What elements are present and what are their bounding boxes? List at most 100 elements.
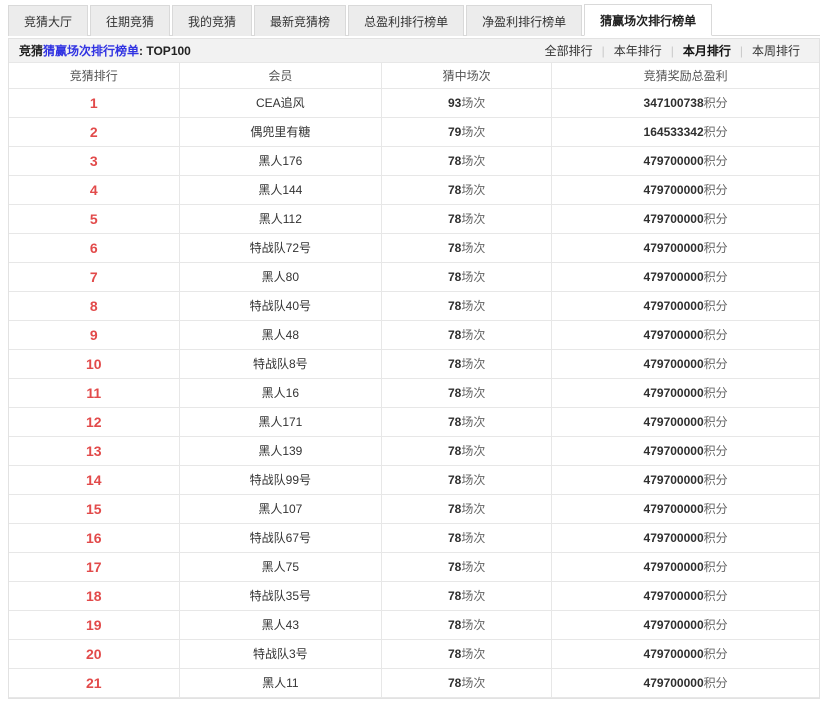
reward-cell: 479700000积分: [552, 668, 819, 697]
table-row: 8特战队40号78场次479700000积分: [9, 291, 819, 320]
times-cell: 78场次: [382, 233, 552, 262]
reward-cell: 479700000积分: [552, 436, 819, 465]
times-cell: 78场次: [382, 639, 552, 668]
member-cell: 特战队3号: [179, 639, 382, 668]
rank-cell: 20: [9, 639, 179, 668]
reward-cell: 479700000积分: [552, 204, 819, 233]
table-row: 21黑人1178场次479700000积分: [9, 668, 819, 697]
column-header: 竞猜奖励总盈利: [552, 63, 819, 88]
filter-all[interactable]: 全部排行: [536, 42, 602, 59]
filter-week[interactable]: 本周排行: [743, 42, 809, 59]
times-cell: 79场次: [382, 117, 552, 146]
times-cell: 78场次: [382, 465, 552, 494]
table-row: 19黑人4378场次479700000积分: [9, 610, 819, 639]
tab-past[interactable]: 往期竞猜: [90, 5, 170, 36]
times-cell: 78场次: [382, 320, 552, 349]
tab-net-profit[interactable]: 净盈利排行榜单: [466, 5, 582, 36]
member-cell: 黑人43: [179, 610, 382, 639]
member-cell: 特战队8号: [179, 349, 382, 378]
member-cell: 特战队67号: [179, 523, 382, 552]
table-row: 1CEA追风93场次347100738积分: [9, 88, 819, 117]
reward-cell: 479700000积分: [552, 494, 819, 523]
rank-cell: 15: [9, 494, 179, 523]
table-row: 15黑人10778场次479700000积分: [9, 494, 819, 523]
reward-cell: 479700000积分: [552, 378, 819, 407]
rank-cell: 3: [9, 146, 179, 175]
rank-cell: 4: [9, 175, 179, 204]
times-cell: 78场次: [382, 175, 552, 204]
tab-lobby[interactable]: 竞猜大厅: [8, 5, 88, 36]
member-cell: 黑人144: [179, 175, 382, 204]
rank-cell: 18: [9, 581, 179, 610]
member-cell: 黑人176: [179, 146, 382, 175]
tab-total-profit[interactable]: 总盈利排行榜单: [348, 5, 464, 36]
times-cell: 78场次: [382, 494, 552, 523]
table-row: 6特战队72号78场次479700000积分: [9, 233, 819, 262]
member-cell: 特战队40号: [179, 291, 382, 320]
table-row: 20特战队3号78场次479700000积分: [9, 639, 819, 668]
times-cell: 78场次: [382, 610, 552, 639]
filter-year[interactable]: 本年排行: [605, 42, 671, 59]
page-title-highlight: 猜赢场次排行榜单: [43, 44, 139, 58]
reward-cell: 479700000积分: [552, 291, 819, 320]
times-cell: 93场次: [382, 88, 552, 117]
table-header-row: 竞猜排行会员猜中场次竞猜奖励总盈利: [9, 63, 819, 88]
rank-cell: 10: [9, 349, 179, 378]
member-cell: 特战队99号: [179, 465, 382, 494]
rank-cell: 19: [9, 610, 179, 639]
member-cell: 黑人48: [179, 320, 382, 349]
rank-cell: 13: [9, 436, 179, 465]
reward-cell: 479700000积分: [552, 639, 819, 668]
times-cell: 78场次: [382, 262, 552, 291]
rank-cell: 2: [9, 117, 179, 146]
table-row: 12黑人17178场次479700000积分: [9, 407, 819, 436]
time-filter-group: 全部排行|本年排行|本月排行|本周排行: [536, 42, 809, 59]
rank-cell: 14: [9, 465, 179, 494]
page-title-suffix: : TOP100: [139, 44, 191, 58]
rank-cell: 7: [9, 262, 179, 291]
panel-header: 竞猜猜赢场次排行榜单: TOP100 全部排行|本年排行|本月排行|本周排行: [9, 38, 819, 63]
column-header: 竞猜排行: [9, 63, 179, 88]
member-cell: 特战队35号: [179, 581, 382, 610]
member-cell: 特战队72号: [179, 233, 382, 262]
times-cell: 78场次: [382, 349, 552, 378]
tab-latest[interactable]: 最新竞猜榜: [254, 5, 346, 36]
rank-cell: 21: [9, 668, 179, 697]
table-row: 7黑人8078场次479700000积分: [9, 262, 819, 291]
tab-win-count[interactable]: 猜赢场次排行榜单: [584, 4, 712, 36]
rank-cell: 8: [9, 291, 179, 320]
table-row: 2偶兜里有糖79场次164533342积分: [9, 117, 819, 146]
rank-cell: 5: [9, 204, 179, 233]
times-cell: 78场次: [382, 436, 552, 465]
reward-cell: 479700000积分: [552, 175, 819, 204]
tab-mine[interactable]: 我的竞猜: [172, 5, 252, 36]
rank-cell: 6: [9, 233, 179, 262]
rank-cell: 17: [9, 552, 179, 581]
reward-cell: 479700000积分: [552, 233, 819, 262]
table-row: 3黑人17678场次479700000积分: [9, 146, 819, 175]
rank-cell: 12: [9, 407, 179, 436]
times-cell: 78场次: [382, 552, 552, 581]
times-cell: 78场次: [382, 523, 552, 552]
table-row: 13黑人13978场次479700000积分: [9, 436, 819, 465]
times-cell: 78场次: [382, 378, 552, 407]
table-row: 11黑人1678场次479700000积分: [9, 378, 819, 407]
page-title-prefix: 竞猜: [19, 44, 43, 58]
member-cell: 黑人112: [179, 204, 382, 233]
member-cell: 黑人11: [179, 668, 382, 697]
page: 竞猜大厅往期竞猜我的竞猜最新竞猜榜总盈利排行榜单净盈利排行榜单猜赢场次排行榜单 …: [8, 0, 820, 699]
times-cell: 78场次: [382, 407, 552, 436]
member-cell: 黑人80: [179, 262, 382, 291]
times-cell: 78场次: [382, 146, 552, 175]
times-cell: 78场次: [382, 291, 552, 320]
table-row: 5黑人11278场次479700000积分: [9, 204, 819, 233]
table-row: 17黑人7578场次479700000积分: [9, 552, 819, 581]
reward-cell: 479700000积分: [552, 320, 819, 349]
reward-cell: 479700000积分: [552, 465, 819, 494]
reward-cell: 479700000积分: [552, 262, 819, 291]
filter-month[interactable]: 本月排行: [674, 42, 740, 59]
table-row: 10特战队8号78场次479700000积分: [9, 349, 819, 378]
column-header: 会员: [179, 63, 382, 88]
member-cell: 黑人75: [179, 552, 382, 581]
reward-cell: 164533342积分: [552, 117, 819, 146]
